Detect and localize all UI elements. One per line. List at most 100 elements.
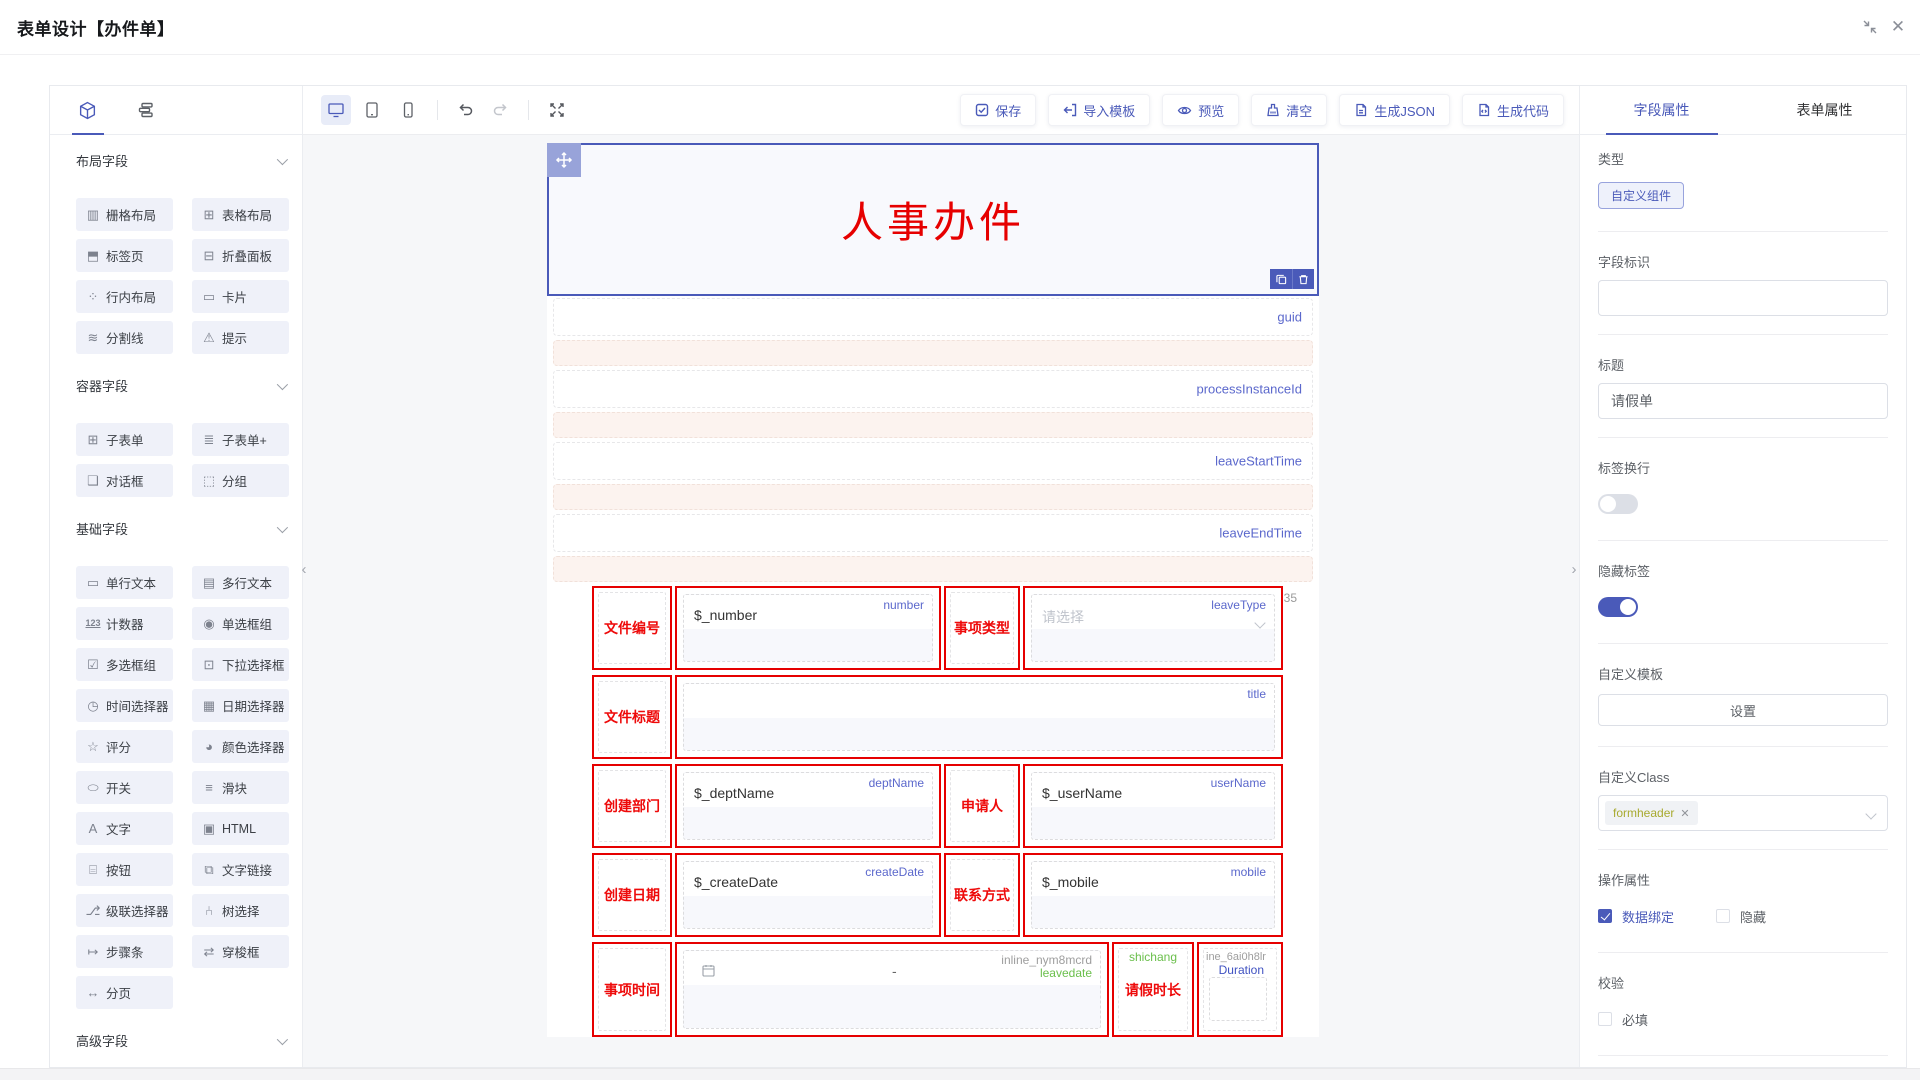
palette-item-对话框[interactable]: ❑对话框 [76, 464, 173, 497]
form-page[interactable]: 人事办件 [547, 143, 1319, 1037]
label-cell[interactable]: 申请人 [944, 764, 1020, 848]
palette-item-级联选择器[interactable]: ⎇级联选择器 [76, 894, 173, 927]
palette-item-文字链接[interactable]: ⧉文字链接 [192, 853, 289, 886]
trash-icon[interactable] [1292, 269, 1314, 289]
palette-item-日期选择器[interactable]: ▦日期选择器 [192, 689, 289, 722]
tablet-icon[interactable] [357, 95, 387, 125]
palette-item-卡片[interactable]: ▭卡片 [192, 280, 289, 313]
close-icon[interactable]: ✕ [1884, 13, 1912, 41]
palette-item-评分[interactable]: ☆评分 [76, 730, 173, 763]
palette-item-栅格布局[interactable]: ▥栅格布局 [76, 198, 173, 231]
redo-icon[interactable] [486, 96, 514, 124]
copy-icon[interactable] [1270, 269, 1292, 289]
label-wrap-toggle[interactable] [1598, 494, 1638, 514]
remove-tag-icon[interactable]: ✕ [1680, 807, 1689, 820]
palette-item-文字[interactable]: A文字 [76, 812, 173, 845]
palette-item-开关[interactable]: ⬭开关 [76, 771, 173, 804]
fullscreen-icon[interactable] [543, 96, 571, 124]
palette-item-分割线[interactable]: ≋分割线 [76, 321, 173, 354]
hidden-checkbox[interactable]: 隐藏 [1716, 907, 1766, 926]
chevron-down-icon[interactable] [277, 521, 288, 532]
collapse-right-icon[interactable]: › [1566, 554, 1582, 584]
label-cell[interactable]: shichang 请假时长 [1112, 942, 1194, 1037]
hidden-field-processInstanceId[interactable]: processInstanceId [553, 370, 1313, 408]
checkbox-checked-icon[interactable] [1598, 909, 1612, 923]
preview-button[interactable]: 预览 [1162, 94, 1239, 126]
compress-icon[interactable] [1856, 13, 1884, 41]
palette-item-子表单+[interactable]: ≣子表单+ [192, 423, 289, 456]
design-workspace[interactable]: 人事办件 [303, 135, 1579, 1067]
field-key-input[interactable] [1598, 280, 1888, 316]
label-cell[interactable]: 联系方式 [944, 853, 1020, 937]
palette-item-子表单[interactable]: ⊞子表单 [76, 423, 173, 456]
input-cell[interactable]: $_createDate createDate [675, 853, 941, 937]
monitor-icon[interactable] [321, 95, 351, 125]
palette-item-单选框组[interactable]: ◉单选框组 [192, 607, 289, 640]
tab-field-properties[interactable]: 字段属性 [1580, 86, 1743, 134]
palette-item-多选框组[interactable]: ☑多选框组 [76, 648, 173, 681]
undo-icon[interactable] [452, 96, 480, 124]
palette-item-行内布局[interactable]: ⁘行内布局 [76, 280, 173, 313]
clear-button[interactable]: 清空 [1251, 94, 1327, 126]
palette-item-折叠面板[interactable]: ⊟折叠面板 [192, 239, 289, 272]
title-input[interactable] [1598, 383, 1888, 419]
data-binding-checkbox[interactable]: 数据绑定 [1598, 907, 1674, 926]
chevron-down-icon[interactable] [277, 1033, 288, 1044]
palette-item-颜色选择器[interactable]: ◕颜色选择器 [192, 730, 289, 763]
daterange-cell[interactable]: - inline_nym8mcrd leavedate [675, 942, 1109, 1037]
palette-item-多行文本[interactable]: ▤多行文本 [192, 566, 289, 599]
save-button[interactable]: 保存 [960, 94, 1036, 126]
chevron-down-icon[interactable] [277, 378, 288, 389]
table-layout[interactable]: report_1622518382735 文件编号 $_number numbe… [592, 586, 1283, 1037]
generate-code-button[interactable]: 生成代码 [1462, 94, 1564, 126]
label-cell[interactable]: 创建日期 [592, 853, 672, 937]
label-cell[interactable]: 文件标题 [592, 675, 672, 759]
palette-item-分页[interactable]: ↔分页 [76, 976, 173, 1009]
palette-item-滑块[interactable]: ≡滑块 [192, 771, 289, 804]
tab-components[interactable] [72, 86, 103, 134]
label-cell[interactable]: 文件编号 [592, 586, 672, 670]
palette-item-穿梭框[interactable]: ⇄穿梭框 [192, 935, 289, 968]
duration-cell[interactable]: ine_6ai0h8lr Duration [1197, 942, 1283, 1037]
custom-class-select[interactable]: formheader ✕ [1598, 795, 1888, 831]
palette-item-时间选择器[interactable]: ◷时间选择器 [76, 689, 173, 722]
hide-label-toggle[interactable] [1598, 597, 1638, 617]
palette-item-计数器[interactable]: 123计数器 [76, 607, 173, 640]
input-cell[interactable]: $_deptName deptName [675, 764, 941, 848]
input-cell[interactable]: $_number number [675, 586, 941, 670]
palette-item-表格布局[interactable]: ⊞表格布局 [192, 198, 289, 231]
label-cell[interactable]: 创建部门 [592, 764, 672, 848]
palette-item-单行文本[interactable]: ▭单行文本 [76, 566, 173, 599]
hidden-field-leaveEndTime[interactable]: leaveEndTime [553, 514, 1313, 552]
hidden-field-leaveStartTime[interactable]: leaveStartTime [553, 442, 1313, 480]
palette-item-树选择[interactable]: ⑃树选择 [192, 894, 289, 927]
generate-json-button[interactable]: 生成JSON [1339, 94, 1450, 126]
label-cell[interactable]: 事项类型 [944, 586, 1020, 670]
input-cell[interactable]: $_userName userName [1023, 764, 1283, 848]
palette-item-下拉选择框[interactable]: ⊡下拉选择框 [192, 648, 289, 681]
palette-item-HTML[interactable]: ▣HTML [192, 812, 289, 845]
hidden-field-guid[interactable]: guid [553, 298, 1313, 336]
select-cell[interactable]: 请选择 leaveType [1023, 586, 1283, 670]
tab-form-properties[interactable]: 表单属性 [1743, 86, 1906, 134]
import-template-button[interactable]: 导入模板 [1048, 94, 1150, 126]
input-cell[interactable]: $_mobile mobile [1023, 853, 1283, 937]
tab-outline[interactable] [131, 86, 161, 134]
palette-item-标签页[interactable]: ⬒标签页 [76, 239, 173, 272]
label-cell[interactable]: 事项时间 [592, 942, 672, 1037]
required-checkbox[interactable]: 必填 [1598, 1010, 1648, 1029]
palette-scroll-area[interactable]: 布局字段▥栅格布局⊞表格布局⬒标签页⊟折叠面板⁘行内布局▭卡片≋分割线⚠提示容器… [50, 135, 302, 1067]
collapse-left-icon[interactable]: ‹ [296, 554, 312, 584]
palette-item-按钮[interactable]: ⌸按钮 [76, 853, 173, 886]
palette-item-分组[interactable]: ⬚分组 [192, 464, 289, 497]
form-header-component[interactable]: 人事办件 [547, 143, 1319, 296]
checkbox-icon[interactable] [1716, 909, 1730, 923]
checkbox-icon[interactable] [1598, 1012, 1612, 1026]
phone-icon[interactable] [393, 95, 423, 125]
chevron-down-icon[interactable] [277, 153, 288, 164]
palette-item-提示[interactable]: ⚠提示 [192, 321, 289, 354]
palette-item-步骤条[interactable]: ↦步骤条 [76, 935, 173, 968]
template-settings-button[interactable]: 设置 [1598, 694, 1888, 726]
input-cell[interactable]: title [675, 675, 1283, 759]
move-icon[interactable] [547, 143, 581, 177]
